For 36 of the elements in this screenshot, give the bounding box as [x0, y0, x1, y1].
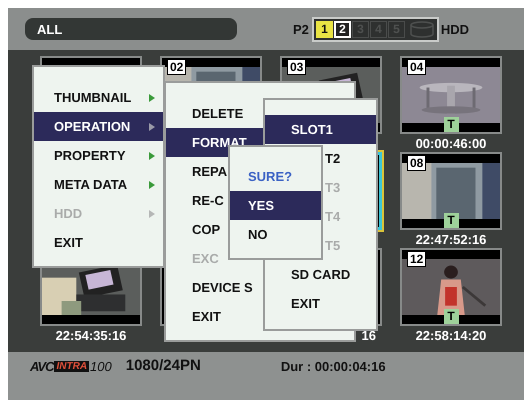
- card-label: P2: [293, 22, 309, 36]
- clip-number: 04: [407, 59, 426, 75]
- codec-logo: AVC INTRA 100: [30, 358, 112, 375]
- menu-item[interactable]: EXIT: [34, 228, 163, 257]
- thumbnail-frame[interactable]: T 12: [400, 248, 502, 326]
- filter-label: ALL: [25, 18, 237, 40]
- timecode: 00:00:46:00: [414, 136, 488, 151]
- slot-number: 1: [316, 20, 333, 38]
- drive-icon: [408, 20, 435, 38]
- timecode: 16: [360, 328, 377, 343]
- clip-badge: T: [444, 309, 458, 324]
- thumbnail-frame[interactable]: T 08: [400, 152, 502, 230]
- duration-label: Dur : 00:00:04:16: [280, 359, 386, 374]
- slot-number: 2: [334, 20, 351, 38]
- menu-item[interactable]: PROPERTY: [34, 141, 163, 170]
- clip-badge: T: [444, 117, 458, 132]
- clip-number: 03: [287, 59, 306, 75]
- menu-item[interactable]: EXIT: [265, 289, 376, 318]
- format-label: 1080/24PN: [126, 357, 201, 374]
- menu-item[interactable]: OPERATION: [34, 112, 163, 141]
- menu-item[interactable]: THUMBNAIL: [34, 83, 163, 112]
- thumbnail-frame[interactable]: T 04: [400, 56, 502, 134]
- clip-number: 12: [407, 251, 426, 267]
- timecode: 22:58:14:20: [414, 328, 488, 343]
- dialog-option[interactable]: NO: [230, 220, 321, 249]
- menu-item[interactable]: META DATA: [34, 170, 163, 199]
- menu-item[interactable]: SD CARD: [265, 260, 376, 289]
- clip-badge: T: [444, 213, 458, 228]
- dialog-option[interactable]: YES: [230, 191, 321, 220]
- timecode: 22:47:52:16: [414, 232, 488, 247]
- clip-number: 02: [167, 59, 186, 75]
- menu-item[interactable]: SLOT1: [265, 115, 376, 144]
- timecode: 22:54:35:16: [54, 328, 128, 343]
- clip-number: 08: [407, 155, 426, 171]
- dialog-question: SURE?: [247, 168, 294, 186]
- drive-label: HDD: [440, 22, 470, 36]
